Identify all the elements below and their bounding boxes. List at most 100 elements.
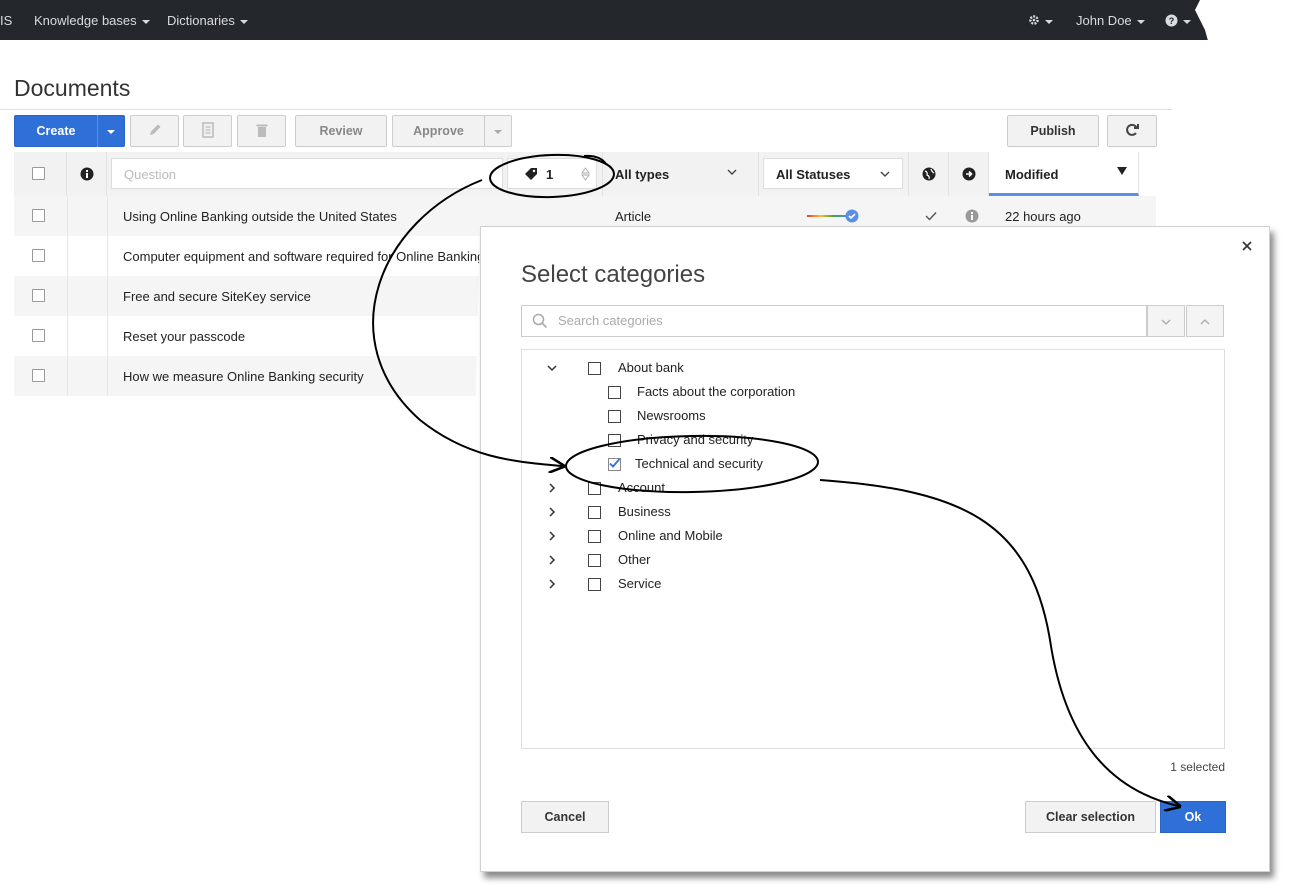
selected-count: 1 selected	[1170, 760, 1225, 774]
svg-text:?: ?	[1169, 16, 1175, 26]
search-input[interactable]	[556, 312, 1116, 329]
tree-item-account[interactable]: Account	[522, 476, 1222, 500]
tree-item-business[interactable]: Business	[522, 500, 1222, 524]
language-header	[909, 152, 949, 196]
checkmark-icon	[609, 458, 621, 468]
divider	[0, 109, 1172, 110]
chevron-right-icon[interactable]	[546, 578, 558, 590]
dialog-title: Select categories	[521, 261, 706, 288]
category-search[interactable]	[521, 305, 1147, 337]
nav-knowledge-bases[interactable]: Knowledge bases	[34, 13, 150, 28]
arrow-circle-icon	[962, 167, 976, 181]
collapse-all-button[interactable]	[1186, 305, 1224, 337]
select-categories-dialog: Select categories About bank Facts about…	[480, 226, 1270, 872]
document-question[interactable]: Computer equipment and software required…	[123, 249, 484, 264]
sort-desc-icon	[1117, 167, 1127, 175]
info-icon	[80, 167, 94, 181]
external-header	[949, 152, 989, 196]
select-all-header	[14, 152, 67, 196]
category-count: 1	[546, 167, 554, 182]
document-type: Article	[615, 209, 652, 224]
chevron-down-icon	[880, 171, 890, 177]
chevron-down-icon[interactable]	[546, 362, 558, 374]
approve-dropdown-toggle[interactable]	[484, 115, 512, 147]
chevron-right-icon[interactable]	[546, 506, 558, 518]
row-checkbox[interactable]	[32, 289, 45, 302]
top-navbar: IS Knowledge bases Dictionaries John Doe…	[0, 0, 1218, 40]
approve-button[interactable]: Approve	[392, 115, 485, 147]
sort-icon	[581, 167, 590, 181]
row-checkbox[interactable]	[32, 329, 45, 342]
cancel-button[interactable]: Cancel	[521, 801, 609, 833]
category-checkbox[interactable]	[588, 506, 601, 519]
review-button[interactable]: Review	[295, 115, 387, 147]
chevron-down-icon	[107, 129, 115, 134]
document-question[interactable]: Free and secure SiteKey service	[123, 289, 311, 304]
question-filter-input[interactable]: Question	[111, 158, 503, 189]
refresh-icon	[1126, 123, 1139, 136]
row-checkbox[interactable]	[32, 249, 45, 262]
ok-button[interactable]: Ok	[1160, 801, 1226, 833]
clear-selection-button[interactable]: Clear selection	[1025, 801, 1156, 833]
tree-item-other[interactable]: Other	[522, 548, 1222, 572]
document-question[interactable]: Reset your passcode	[123, 329, 245, 344]
status-filter-cell: All Statuses	[759, 152, 909, 196]
tree-item-facts[interactable]: Facts about the corporation	[522, 380, 1222, 404]
globe-icon	[922, 167, 936, 181]
category-checkbox[interactable]	[588, 530, 601, 543]
tree-item-newsrooms[interactable]: Newsrooms	[522, 404, 1222, 428]
question-header: Question 1	[107, 152, 603, 196]
tree-item-about-bank[interactable]: About bank	[522, 356, 1222, 380]
gear-icon	[1029, 15, 1039, 25]
refresh-button[interactable]	[1107, 115, 1157, 147]
delete-button[interactable]	[237, 115, 286, 147]
search-icon	[532, 313, 548, 329]
chevron-up-icon	[1200, 319, 1210, 325]
document-question[interactable]: How we measure Online Banking security	[123, 369, 364, 384]
category-checkbox[interactable]	[608, 410, 621, 423]
row-checkbox[interactable]	[32, 209, 45, 222]
category-checkbox[interactable]	[588, 482, 601, 495]
nav-dictionaries[interactable]: Dictionaries	[167, 13, 248, 28]
row-checkbox[interactable]	[32, 369, 45, 382]
chevron-right-icon[interactable]	[546, 482, 558, 494]
document-icon	[201, 122, 214, 138]
status-progress	[807, 215, 847, 217]
category-checkbox-checked[interactable]	[608, 458, 621, 471]
expand-all-button[interactable]	[1147, 305, 1185, 337]
select-all-checkbox[interactable]	[32, 167, 45, 180]
tree-item-service[interactable]: Service	[522, 572, 1222, 596]
category-checkbox[interactable]	[588, 578, 601, 591]
chevron-right-icon[interactable]	[546, 554, 558, 566]
trash-icon	[256, 124, 267, 137]
chevron-down-icon	[727, 169, 737, 175]
category-filter-button[interactable]: 1	[507, 158, 597, 189]
modified-header[interactable]: Modified	[989, 152, 1139, 196]
close-icon[interactable]	[1241, 240, 1253, 252]
create-button[interactable]: Create	[14, 115, 98, 147]
view-button[interactable]	[183, 115, 232, 147]
pencil-icon	[149, 124, 160, 135]
tree-item-technical[interactable]: Technical and security	[522, 452, 1222, 476]
document-question[interactable]: Using Online Banking outside the United …	[123, 209, 397, 224]
info-header	[67, 152, 107, 196]
chevron-right-icon[interactable]	[546, 530, 558, 542]
chevron-down-icon	[1161, 319, 1171, 325]
settings-menu[interactable]	[1028, 13, 1053, 28]
type-filter[interactable]: All types	[603, 152, 759, 196]
page-title: Documents	[14, 75, 131, 101]
category-checkbox[interactable]	[608, 386, 621, 399]
edit-button[interactable]	[130, 115, 179, 147]
tree-item-privacy[interactable]: Privacy and security	[522, 428, 1222, 452]
status-filter[interactable]: All Statuses	[763, 158, 903, 189]
tree-item-online-mobile[interactable]: Online and Mobile	[522, 524, 1222, 548]
publish-button[interactable]: Publish	[1007, 115, 1099, 147]
create-dropdown-toggle[interactable]	[97, 115, 125, 147]
help-menu[interactable]: ?	[1165, 13, 1191, 28]
user-menu[interactable]: John Doe	[1076, 13, 1145, 28]
category-checkbox[interactable]	[588, 362, 601, 375]
check-circle-icon	[845, 209, 859, 223]
category-checkbox[interactable]	[588, 554, 601, 567]
category-checkbox[interactable]	[608, 434, 621, 447]
info-icon	[965, 209, 979, 223]
